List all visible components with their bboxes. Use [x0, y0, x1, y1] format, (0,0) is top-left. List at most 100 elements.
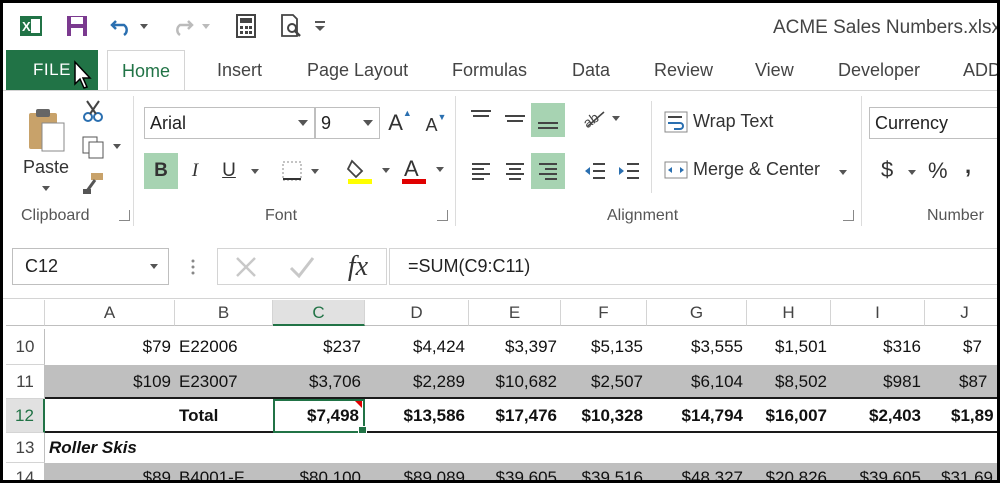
accounting-format-button[interactable]: $ — [881, 157, 893, 183]
clipboard-launcher-icon[interactable] — [119, 210, 130, 221]
align-right-icon[interactable] — [531, 153, 565, 189]
tab-formulas[interactable]: Formulas — [452, 50, 527, 90]
number-format-combo[interactable]: Currency — [869, 107, 997, 139]
column-header-h[interactable]: H — [747, 300, 831, 326]
cell-d11[interactable]: $2,289 — [365, 365, 469, 399]
grow-font-button[interactable]: A ▲ — [387, 107, 413, 139]
cell-e11[interactable]: $10,682 — [469, 365, 561, 399]
font-size-combo[interactable]: 9 — [315, 107, 380, 139]
column-header-b[interactable]: B — [175, 300, 273, 326]
cell-f11[interactable]: $2,507 — [561, 365, 647, 399]
row-header-12[interactable]: 12 — [6, 399, 45, 433]
formula-input[interactable]: =SUM(C9:C11) — [389, 248, 997, 285]
tab-data[interactable]: Data — [572, 50, 610, 90]
format-painter-icon[interactable] — [79, 169, 107, 197]
cut-scissors-icon[interactable] — [79, 97, 107, 125]
row-header-13[interactable]: 13 — [6, 433, 45, 463]
tab-insert[interactable]: Insert — [217, 50, 262, 90]
customize-qat-icon[interactable] — [311, 13, 329, 39]
cell-a14[interactable]: $89 — [45, 463, 175, 480]
underline-button[interactable]: U — [213, 153, 245, 189]
save-icon[interactable] — [63, 13, 91, 39]
cell-h10[interactable]: $1,501 — [747, 329, 831, 365]
borders-icon[interactable] — [279, 153, 323, 189]
cell-c10[interactable]: $237 — [273, 329, 365, 365]
cell-f12[interactable]: $10,328 — [561, 399, 647, 433]
cell-h12[interactable]: $16,007 — [747, 399, 831, 433]
decrease-indent-icon[interactable] — [579, 153, 611, 189]
cell-i11[interactable]: $981 — [831, 365, 925, 399]
cell-c14[interactable]: $80,100 — [273, 463, 365, 480]
cell-a10[interactable]: $79 — [45, 329, 175, 365]
middle-align-icon[interactable] — [499, 103, 531, 133]
cell-c12-active[interactable]: $7,498 — [273, 399, 365, 433]
column-header-d[interactable]: D — [365, 300, 469, 326]
italic-button[interactable]: I — [181, 153, 209, 189]
column-header-g[interactable]: G — [647, 300, 747, 326]
cell-f14[interactable]: $39,516 — [561, 463, 647, 480]
top-align-icon[interactable] — [465, 103, 497, 133]
cell-g14[interactable]: $48,327 — [647, 463, 747, 480]
cell-d12[interactable]: $13,586 — [365, 399, 469, 433]
column-header-e[interactable]: E — [469, 300, 561, 326]
tab-review[interactable]: Review — [654, 50, 713, 90]
cell-b10[interactable]: E22006 — [175, 329, 273, 365]
cell-f10[interactable]: $5,135 — [561, 329, 647, 365]
cell-g12[interactable]: $14,794 — [647, 399, 747, 433]
font-name-combo[interactable]: Arial — [144, 107, 315, 139]
cell-i10[interactable]: $316 — [831, 329, 925, 365]
tab-home[interactable]: Home — [107, 50, 186, 91]
merge-dropdown-icon[interactable] — [833, 157, 853, 187]
cell-a11[interactable]: $109 — [45, 365, 175, 399]
wrap-text-icon[interactable] — [663, 107, 689, 137]
cell-j10[interactable]: $7 — [925, 329, 997, 365]
orientation-icon[interactable]: ab — [579, 103, 625, 133]
bottom-align-icon[interactable] — [531, 103, 565, 137]
undo-icon[interactable] — [107, 13, 153, 39]
cell-b12[interactable]: Total — [175, 399, 273, 433]
name-box[interactable]: C12 — [12, 248, 169, 285]
tab-page-layout[interactable]: Page Layout — [307, 50, 408, 90]
cell-h11[interactable]: $8,502 — [747, 365, 831, 399]
cell-e10[interactable]: $3,397 — [469, 329, 561, 365]
print-preview-icon[interactable] — [277, 13, 305, 39]
fill-color-icon[interactable] — [345, 153, 393, 189]
row-header-10[interactable]: 10 — [6, 329, 45, 365]
row-header-11[interactable]: 11 — [6, 365, 45, 399]
align-center-icon[interactable] — [499, 153, 531, 189]
font-launcher-icon[interactable] — [437, 210, 448, 221]
cell-a13[interactable]: Roller Skis — [45, 433, 285, 463]
cell-e12[interactable]: $17,476 — [469, 399, 561, 433]
merge-center-label[interactable]: Merge & Center — [693, 159, 820, 180]
paste-button[interactable]: Paste — [17, 99, 75, 199]
cell-i14[interactable]: $39,605 — [831, 463, 925, 480]
merge-center-icon[interactable] — [663, 155, 689, 185]
row-header-14[interactable]: 14 — [6, 463, 45, 480]
cell-i12[interactable]: $2,403 — [831, 399, 925, 433]
cell-g10[interactable]: $3,555 — [647, 329, 747, 365]
percent-style-button[interactable]: % — [928, 158, 948, 184]
select-all-corner[interactable] — [6, 300, 45, 326]
column-header-f[interactable]: F — [561, 300, 647, 326]
cell-j14[interactable]: $31,69 — [925, 463, 997, 480]
cell-d14[interactable]: $89,089 — [365, 463, 469, 480]
comma-style-button[interactable]: , — [965, 153, 971, 179]
cell-b11[interactable]: E23007 — [175, 365, 273, 399]
enter-check-icon[interactable] — [284, 253, 320, 281]
alignment-launcher-icon[interactable] — [843, 210, 854, 221]
accounting-dropdown-icon[interactable] — [903, 157, 921, 187]
cell-e14[interactable]: $39,605 — [469, 463, 561, 480]
cell-b14[interactable]: B4001-F — [175, 463, 273, 480]
cell-c11[interactable]: $3,706 — [273, 365, 365, 399]
cancel-icon[interactable] — [228, 253, 264, 281]
tab-developer[interactable]: Developer — [838, 50, 920, 90]
cell-j11[interactable]: $87 — [925, 365, 997, 399]
cell-j12[interactable]: $1,89 — [925, 399, 997, 433]
tab-view[interactable]: View — [755, 50, 794, 90]
column-header-a[interactable]: A — [45, 300, 175, 326]
calculator-icon[interactable] — [233, 13, 259, 39]
increase-indent-icon[interactable] — [613, 153, 645, 189]
align-left-icon[interactable] — [465, 153, 497, 189]
column-header-j[interactable]: J — [925, 300, 997, 326]
redo-icon[interactable] — [169, 13, 215, 39]
